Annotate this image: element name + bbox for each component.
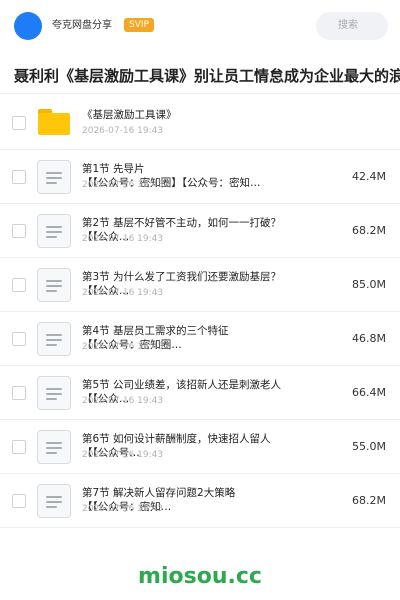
file-list: 《基层激励工具课》 2026-07-16 19:43 第1节 先导片 【【公众号：… — [0, 96, 400, 528]
file-size: 42.4M — [352, 170, 386, 183]
file-row[interactable]: 第3节 为什么发了工资我们还要激励基层？ 【【公众… 2026-07-16 19:… — [0, 258, 400, 312]
file-size: 85.0M — [352, 278, 386, 291]
search-input[interactable]: 搜索 — [316, 12, 388, 40]
file-row[interactable]: 第7节 解决新人留存问题2大策略 【【公众号：密知… 2026-07-16 19:… — [0, 474, 400, 528]
file-icon — [37, 376, 71, 410]
file-icon — [37, 430, 71, 464]
row-checkbox[interactable] — [12, 386, 26, 400]
row-checkbox[interactable] — [12, 224, 26, 238]
file-icon — [37, 160, 71, 194]
file-row[interactable]: 第6节 如何设计薪酬制度，快速招人留人 【【公众号… 2026-07-16 19:… — [0, 420, 400, 474]
file-size: 68.2M — [352, 224, 386, 237]
row-checkbox[interactable] — [12, 116, 26, 130]
file-icon — [37, 322, 71, 356]
file-date: 2026-07-16 19:43 — [82, 396, 164, 406]
title-bar: 聂利利《基层激励工具课》别让员工情怠成为企业最大的浪费 — [0, 58, 400, 94]
watermark: miosou.cc — [138, 564, 262, 589]
row-checkbox[interactable] — [12, 278, 26, 292]
row-checkbox[interactable] — [12, 440, 26, 454]
file-icon — [37, 484, 71, 518]
file-date: 2026-07-16 19:43 — [82, 504, 164, 514]
file-row[interactable]: 第4节 基层员工需求的三个特征 【【公众号：密知圈… 2026-07-16 19:… — [0, 312, 400, 366]
file-row[interactable]: 第5节 公司业绩差，该招新人还是刺激老人 【【公众… 2026-07-16 19:… — [0, 366, 400, 420]
file-size: 46.8M — [352, 332, 386, 345]
folder-date: 2026-07-16 19:43 — [82, 126, 164, 136]
file-row[interactable]: 第1节 先导片 【【公众号：密知圈】【公众号：密知… 2026-07-16 19:… — [0, 150, 400, 204]
row-checkbox[interactable] — [12, 494, 26, 508]
svip-badge: SVIP — [124, 18, 154, 32]
file-size: 68.2M — [352, 494, 386, 507]
file-date: 2026-07-16 19:43 — [82, 180, 164, 190]
file-row[interactable]: 第2节 基层不好管不主动，如何一一打破？ 【【公众… 2026-07-16 19:… — [0, 204, 400, 258]
file-size: 66.4M — [352, 386, 386, 399]
file-date: 2026-07-16 19:43 — [82, 342, 164, 352]
folder-row[interactable]: 《基层激励工具课》 2026-07-16 19:43 — [0, 96, 400, 150]
page-title: 聂利利《基层激励工具课》别让员工情怠成为企业最大的浪费 — [14, 67, 400, 85]
file-date: 2026-07-16 19:43 — [82, 450, 164, 460]
header: 夸克网盘分享 SVIP 搜索 — [0, 0, 400, 50]
folder-icon — [38, 109, 70, 135]
row-checkbox[interactable] — [12, 170, 26, 184]
file-icon — [37, 268, 71, 302]
row-checkbox[interactable] — [12, 332, 26, 346]
file-icon — [37, 214, 71, 248]
file-date: 2026-07-16 19:43 — [82, 234, 164, 244]
file-size: 55.0M — [352, 440, 386, 453]
file-date: 2026-07-16 19:43 — [82, 288, 164, 298]
avatar[interactable] — [14, 12, 42, 40]
share-owner-name: 夸克网盘分享 — [52, 20, 112, 31]
